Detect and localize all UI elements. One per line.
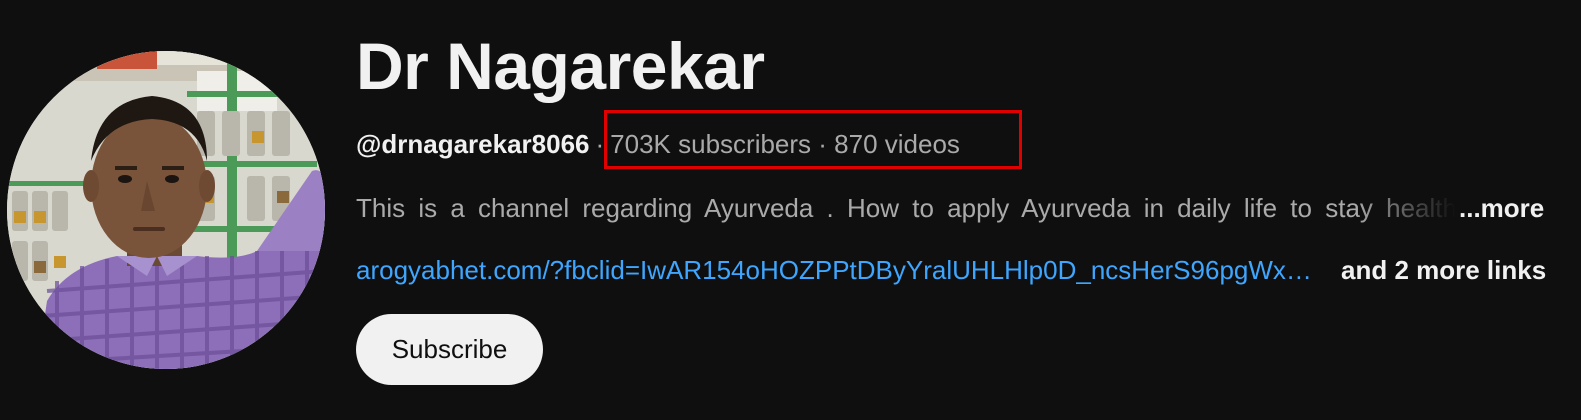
description-more-button[interactable]: ...more [1459,190,1544,226]
channel-link[interactable]: arogyabhet.com/?fbclid=IwAR154oHOZPPtDBy… [356,252,1314,288]
more-links-button[interactable]: and 2 more links [1341,252,1546,288]
channel-handle[interactable]: @drnagarekar8066 [356,129,590,159]
channel-title: Dr Nagarekar [356,29,765,103]
channel-links-row: arogyabhet.com/?fbclid=IwAR154oHOZPPtDBy… [356,252,1546,288]
channel-description: This is a channel regarding Ayurveda . H… [356,193,1456,223]
subscribe-button[interactable]: Subscribe [356,314,543,385]
channel-description-row[interactable]: This is a channel regarding Ayurveda . H… [356,190,1546,226]
channel-avatar[interactable] [7,51,325,369]
meta-separator: · [595,129,605,159]
highlight-annotation-box [604,110,1022,169]
avatar-photo [7,51,325,369]
